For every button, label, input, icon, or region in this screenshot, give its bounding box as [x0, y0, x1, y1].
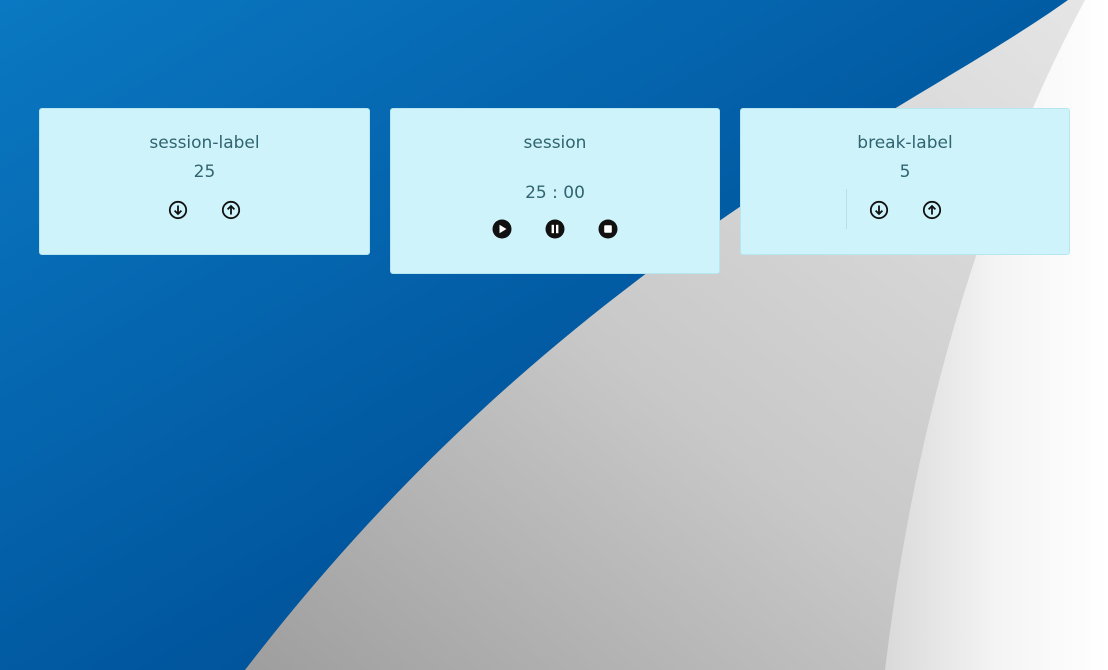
desktop-wallpaper — [0, 0, 1108, 670]
break-length-card: break-label 5 — [740, 108, 1070, 255]
break-increment-button[interactable] — [921, 199, 943, 221]
arrow-circle-down-icon — [869, 200, 889, 220]
play-icon — [492, 219, 512, 239]
session-length-card: session-label 25 — [39, 108, 370, 255]
card-divider — [846, 189, 847, 229]
session-label-title: session-label — [149, 133, 260, 153]
timer-title: session — [523, 133, 587, 153]
play-button[interactable] — [491, 218, 513, 240]
break-length-value: 5 — [899, 162, 911, 182]
session-increment-button[interactable] — [220, 199, 242, 221]
arrow-circle-up-icon — [221, 200, 241, 220]
break-decrement-button[interactable] — [868, 199, 890, 221]
break-label-title: break-label — [857, 133, 953, 153]
timer-card: session 25 : 00 — [390, 108, 720, 274]
pause-icon — [545, 219, 565, 239]
stop-icon — [598, 219, 618, 239]
session-length-value: 25 — [193, 162, 216, 182]
arrow-circle-up-icon — [922, 200, 942, 220]
arrow-circle-down-icon — [168, 200, 188, 220]
pause-button[interactable] — [544, 218, 566, 240]
stop-button[interactable] — [597, 218, 619, 240]
timer-display: 25 : 00 — [525, 183, 585, 203]
session-decrement-button[interactable] — [167, 199, 189, 221]
